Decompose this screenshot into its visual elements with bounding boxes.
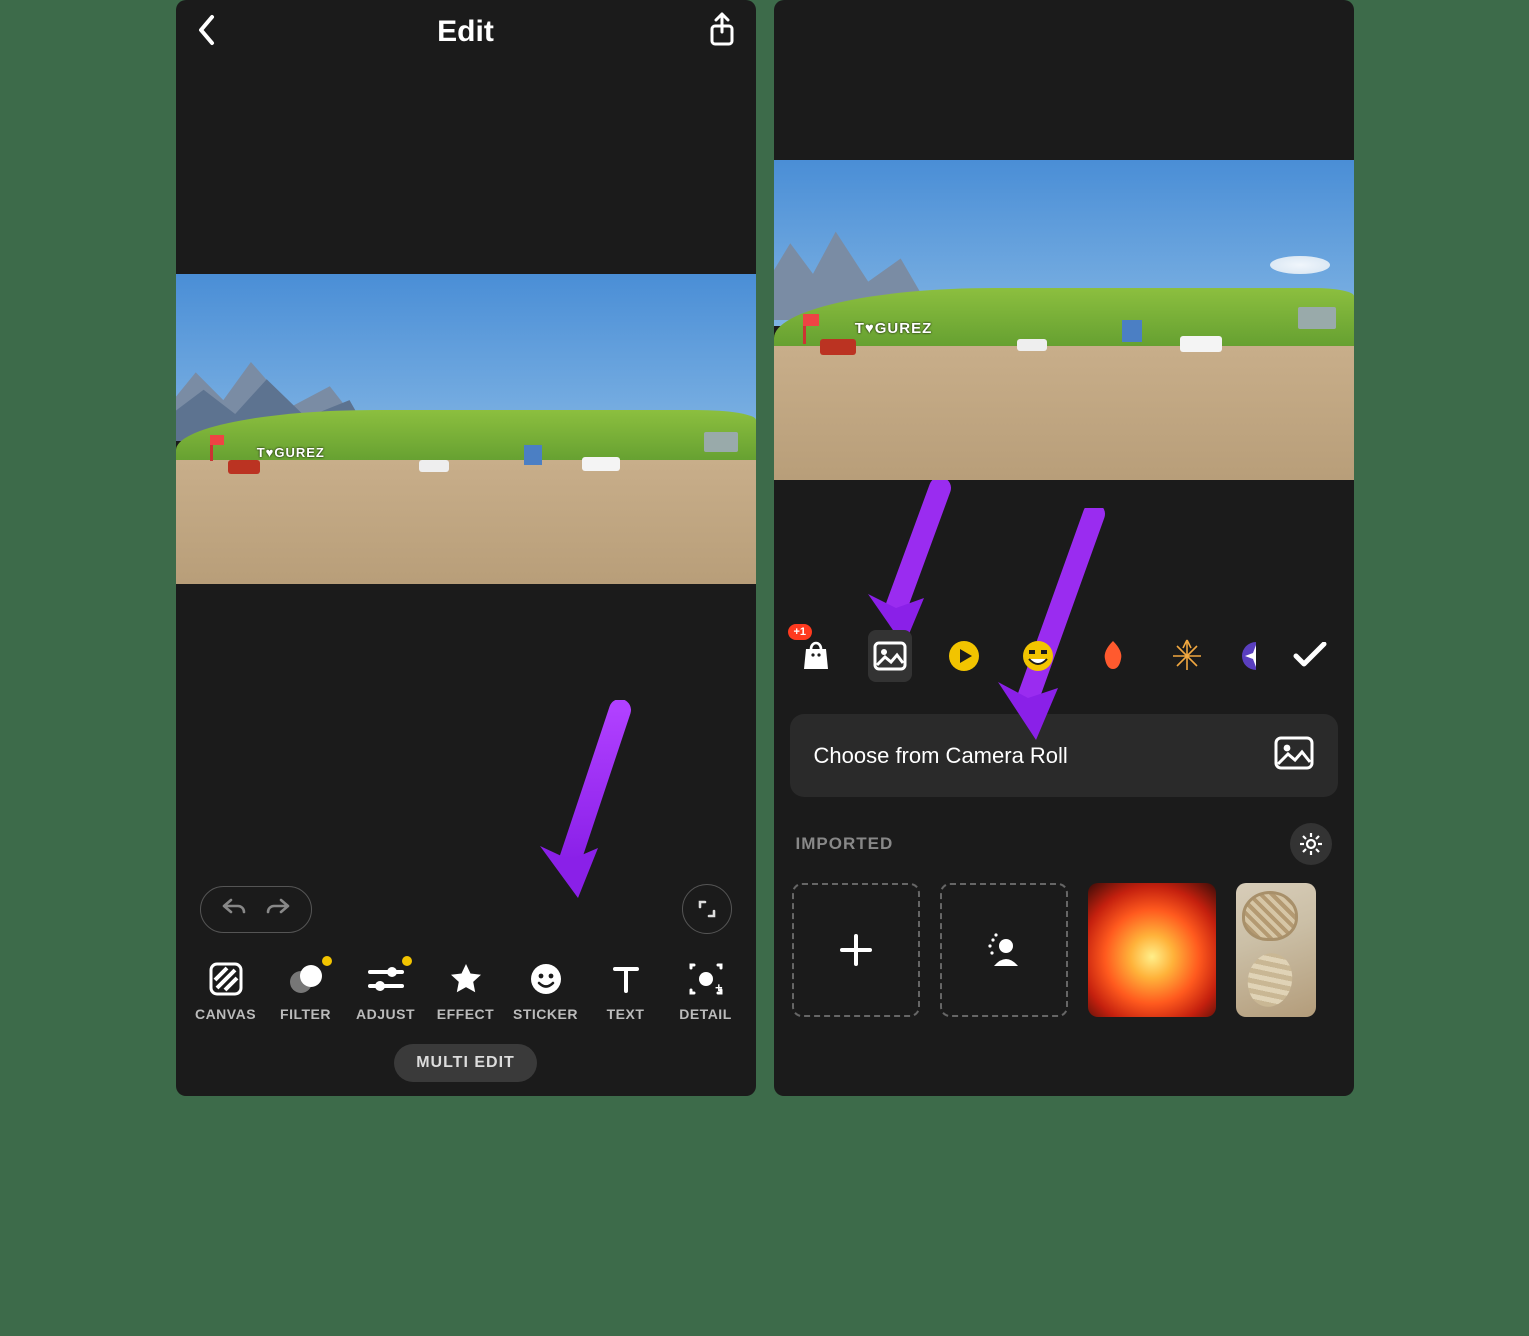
shopping-bag-icon (800, 639, 832, 673)
collapse-button[interactable] (682, 884, 732, 934)
thumb-imported-1[interactable] (1088, 883, 1216, 1017)
undo-redo-group (200, 886, 312, 933)
photo-preview[interactable]: T♥GUREZ (176, 274, 756, 584)
screenshot-right-sticker-picker: T♥GUREZ +1 (774, 0, 1354, 1096)
sticker-cat-gallery[interactable] (868, 630, 912, 682)
thumb-add[interactable] (792, 883, 920, 1017)
adjust-icon (367, 960, 405, 998)
choose-label: Choose from Camera Roll (814, 743, 1068, 769)
tool-label: TEXT (607, 1006, 645, 1022)
emoji-icon (1021, 639, 1055, 673)
sticker-cat-sparkle[interactable] (1239, 630, 1256, 682)
portrait-scan-icon (984, 930, 1024, 970)
gear-icon (1299, 832, 1323, 856)
tool-sticker[interactable]: STICKER (506, 960, 586, 1022)
shop-badge: +1 (788, 624, 813, 640)
spacer (774, 0, 1354, 160)
tool-label: FILTER (280, 1006, 331, 1022)
effect-icon (447, 960, 485, 998)
tool-label: EFFECT (437, 1006, 494, 1022)
tool-label: CANVAS (195, 1006, 256, 1022)
thumb-imported-2[interactable] (1236, 883, 1316, 1017)
page-title: Edit (437, 15, 494, 49)
tool-label: DETAIL (679, 1006, 732, 1022)
tool-effect[interactable]: EFFECT (426, 960, 506, 1022)
tool-canvas[interactable]: CANVAS (186, 960, 266, 1022)
gallery-icon (873, 641, 907, 671)
share-button[interactable] (708, 12, 736, 53)
back-button[interactable] (196, 13, 218, 52)
controls-row (176, 884, 756, 934)
sticker-icon (527, 960, 565, 998)
tool-detail[interactable]: + DETAIL (666, 960, 746, 1022)
flame-icon (1098, 639, 1128, 673)
imported-header: IMPORTED (774, 823, 1354, 865)
redo-button[interactable] (265, 897, 291, 922)
tool-row: CANVAS FILTER ADJUST EFFECT ST (176, 960, 756, 1022)
notification-dot (402, 956, 412, 966)
firework-icon (1169, 638, 1205, 674)
spacer (176, 64, 756, 274)
plus-icon (836, 930, 876, 970)
sparkle-icon (1239, 639, 1256, 673)
filter-icon (287, 960, 325, 998)
sticker-cat-flame[interactable] (1090, 630, 1134, 682)
sticker-cat-shop[interactable]: +1 (794, 630, 838, 682)
tool-adjust[interactable]: ADJUST (346, 960, 426, 1022)
undo-button[interactable] (221, 897, 247, 922)
tool-text[interactable]: TEXT (586, 960, 666, 1022)
play-icon (947, 639, 981, 673)
imported-thumbs (774, 883, 1354, 1017)
text-icon (607, 960, 645, 998)
header: Edit (176, 0, 756, 64)
canvas-icon (207, 960, 245, 998)
svg-text:+: + (715, 980, 723, 995)
sticker-category-row: +1 (774, 628, 1354, 684)
sticker-cat-play[interactable] (942, 630, 986, 682)
image-icon (1274, 736, 1314, 775)
notification-dot (322, 956, 332, 966)
sticker-cat-emoji[interactable] (1016, 630, 1060, 682)
sticker-cat-firework[interactable] (1165, 630, 1209, 682)
settings-button[interactable] (1290, 823, 1332, 865)
tool-label: ADJUST (356, 1006, 415, 1022)
choose-camera-roll-button[interactable]: Choose from Camera Roll (790, 714, 1338, 797)
confirm-button[interactable] (1286, 628, 1334, 684)
photo-preview[interactable]: T♥GUREZ (774, 160, 1354, 480)
screenshot-left-edit: Edit T♥GUREZ (176, 0, 756, 1096)
multi-edit-button[interactable]: MULTI EDIT (394, 1044, 537, 1082)
imported-label: IMPORTED (796, 834, 894, 854)
thumb-import-portrait[interactable] (940, 883, 1068, 1017)
tool-label: STICKER (513, 1006, 578, 1022)
detail-icon: + (687, 960, 725, 998)
tool-filter[interactable]: FILTER (266, 960, 346, 1022)
